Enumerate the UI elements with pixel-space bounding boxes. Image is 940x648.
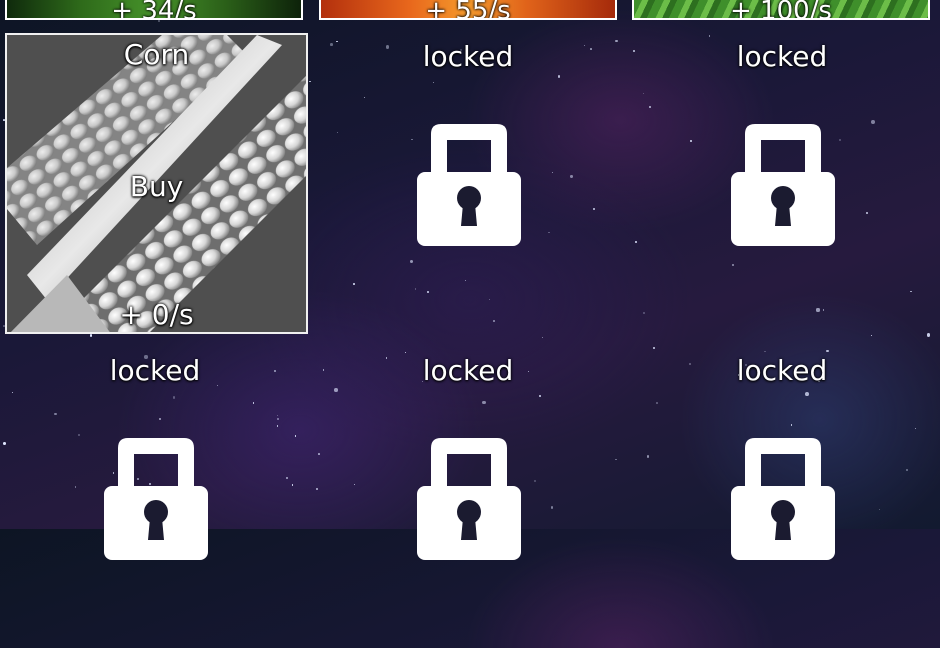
upgrade-tile-3[interactable]: + 100/s [632,0,930,20]
locked-label: locked [109,354,201,387]
corn-name: Corn [123,38,190,71]
lock-icon [417,124,521,246]
upgrade-tile-2[interactable]: + 55/s [319,0,617,20]
upgrade-tile-2-rate: + 55/s [425,0,511,20]
star [309,80,312,83]
locked-upgrade-card[interactable]: locked [5,348,305,648]
locked-label: locked [422,354,514,387]
lock-icon [731,438,835,560]
locked-upgrade-card[interactable]: locked [318,348,618,648]
locked-label: locked [736,40,828,73]
locked-label: locked [422,40,514,73]
lock-icon [104,438,208,560]
locked-label: locked [736,354,828,387]
upgrade-tile-1[interactable]: + 34/s [5,0,303,20]
lock-icon [417,438,521,560]
star [542,336,544,339]
locked-upgrade-card[interactable]: locked [632,348,932,648]
buy-button[interactable]: Buy [7,169,306,205]
locked-upgrade-card[interactable]: locked [318,34,618,334]
locked-upgrade-card[interactable]: locked [632,34,932,334]
lock-icon [731,124,835,246]
corn-rate: + 0/s [119,298,194,331]
corn-upgrade-tile[interactable]: Corn Buy + 0/s [5,33,308,334]
star [89,334,93,337]
upgrade-tile-1-rate: + 34/s [111,0,197,20]
upgrade-tile-3-rate: + 100/s [730,0,832,20]
star [870,334,873,336]
